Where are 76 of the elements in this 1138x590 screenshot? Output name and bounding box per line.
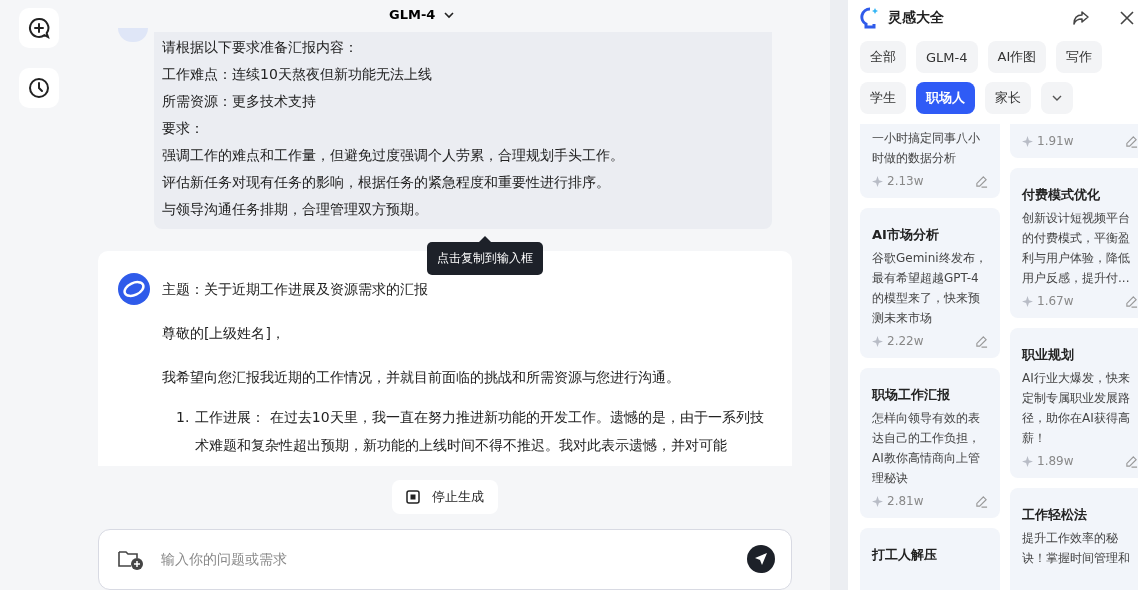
sparkle-icon — [872, 175, 883, 187]
prompt-card[interactable]: 打工人解压 — [860, 528, 1000, 590]
pencil-icon[interactable] — [975, 494, 988, 508]
chevron-down-icon — [443, 10, 456, 19]
reply-paragraph: 尊敬的[上级姓名]， — [162, 324, 286, 343]
card-description: AI行业大爆发，快来定制专属职业发展路径，助你在AI获得高薪！ — [1022, 370, 1131, 447]
pencil-icon[interactable] — [1125, 294, 1138, 308]
usage-count: 2.13w — [887, 174, 925, 188]
message-line: 请根据以下要求准备汇报内容： — [162, 38, 359, 57]
sparkle-icon — [1022, 455, 1033, 467]
assistant-logo-icon — [118, 273, 150, 305]
sparkle-icon — [1022, 295, 1033, 307]
list-number: 1. — [176, 408, 190, 427]
card-title: AI市场分析 — [872, 226, 940, 244]
close-icon[interactable] — [1120, 11, 1134, 25]
card-title: 付费模式优化 — [1022, 186, 1101, 204]
card-description: 一小时搞定同事八小时做的数据分析 — [872, 130, 981, 167]
category-chip[interactable]: 学生 — [860, 82, 906, 114]
share-icon[interactable] — [1072, 10, 1090, 26]
category-chip[interactable]: 写作 — [1056, 41, 1103, 73]
prompt-card[interactable]: 付费模式优化 创新设计短视频平台的付费模式，平衡盈利与用户体验，降低用户反感，提升付... 1.67w — [1010, 168, 1138, 318]
prompt-card[interactable]: 工作轻松法 提升工作效率的秘诀！掌握时间管理和 — [1010, 488, 1138, 590]
usage-count: 2.22w — [887, 334, 925, 348]
card-description: 创新设计短视频平台的付费模式，平衡盈利与用户体验，降低用户反感，提升付... — [1022, 210, 1131, 287]
prompt-card[interactable]: 职场工作汇报 怎样向领导有效的表达自己的工作负担，AI教你高情商向上管理秘诀 2.81w — [860, 368, 1000, 518]
category-chip[interactable]: 全部 — [860, 41, 906, 73]
sparkle-icon — [1022, 135, 1033, 147]
message-line: 强调工作的难点和工作量，但避免过度强调个人劳累，合理规划手头工作。 — [162, 146, 625, 165]
add-chat-icon — [27, 16, 51, 40]
new-chat-button[interactable] — [19, 8, 59, 48]
reply-paragraph: 我希望向您汇报我近期的工作情况，并就目前面临的挑战和所需资源与您进行沟通。 — [162, 368, 681, 387]
message-line: 工作难点：连续10天熬夜但新功能无法上线 — [162, 65, 433, 84]
clock-icon — [27, 76, 51, 100]
category-chip[interactable]: GLM-4 — [916, 41, 978, 73]
reply-paragraph: 主题：关于近期工作进展及资源需求的汇报 — [162, 280, 429, 299]
stop-generating-button[interactable]: 停止生成 — [392, 479, 498, 514]
send-icon — [754, 552, 768, 567]
panel-title: 灵感大全 — [888, 9, 945, 27]
prompt-card[interactable]: 一小时搞定同事八小时做的数据分析 2.13w — [860, 124, 1000, 198]
usage-count: 1.67w — [1037, 294, 1075, 308]
card-description: 提升工作效率的秘诀！掌握时间管理和 — [1022, 530, 1131, 567]
message-line: 所需资源：更多技术支持 — [162, 92, 317, 111]
usage-count: 1.89w — [1037, 454, 1075, 468]
usage-count: 2.81w — [887, 494, 925, 508]
card-description: 怎样向领导有效的表达自己的工作负担，AI教你高情商向上管理秘诀 — [872, 410, 981, 487]
message-line: 评估新任务对现有任务的影响，根据任务的紧急程度和重要性进行排序。 — [162, 173, 611, 192]
stop-icon — [406, 489, 420, 504]
tooltip-pointer-icon — [479, 236, 491, 242]
tooltip: 点击复制到输入框 — [427, 236, 543, 275]
question-input-field[interactable]: 输入你的问题或需求 — [159, 550, 733, 569]
usage-count: 1.91w — [1037, 134, 1075, 148]
history-button[interactable] — [19, 68, 59, 108]
list-item-text: 工作进展： 在过去10天里，我一直在努力推进新功能的开发工作。遗憾的是，由于一系列技术难题和复杂性超出预期，新功能的上线时间不得不推迟。我对此表示遗憾，并对可能 — [195, 408, 765, 455]
send-button[interactable] — [747, 545, 775, 574]
card-title: 工作轻松法 — [1022, 506, 1088, 524]
card-description: 谷歌Gemini终发布，最有希望超越GPT-4的模型来了，快来预测未来市场 — [872, 250, 988, 327]
message-line: 要求： — [162, 119, 205, 138]
chevron-down-icon — [1051, 94, 1063, 102]
bulb-logo-icon — [860, 7, 880, 29]
pencil-icon[interactable] — [1125, 134, 1138, 148]
sparkle-icon — [872, 495, 883, 507]
card-title: 职场工作汇报 — [872, 386, 951, 404]
prompt-card[interactable]: 职业规划 AI行业大爆发，快来定制专属职业发展路径，助你在AI获得高薪！ 1.89w — [1010, 328, 1138, 478]
category-chip[interactable]: AI作图 — [987, 41, 1047, 73]
pencil-icon[interactable] — [1125, 454, 1138, 468]
prompt-card[interactable]: AI市场分析 谷歌Gemini终发布，最有希望超越GPT-4的模型来了，快来预测未来市场 2.22w — [860, 208, 1000, 358]
category-chip[interactable]: 家长 — [985, 82, 1031, 114]
pencil-icon[interactable] — [975, 334, 988, 348]
card-title: 打工人解压 — [872, 546, 938, 564]
card-title: 职业规划 — [1022, 346, 1075, 364]
sparkle-icon — [872, 335, 883, 347]
message-line: 与领导沟通任务排期，合理管理双方预期。 — [162, 200, 429, 219]
more-categories-button[interactable] — [1041, 82, 1073, 114]
category-chip[interactable]: 职场人 — [916, 82, 975, 114]
pencil-icon[interactable] — [975, 174, 988, 188]
model-selector[interactable]: GLM-4 — [383, 6, 462, 23]
